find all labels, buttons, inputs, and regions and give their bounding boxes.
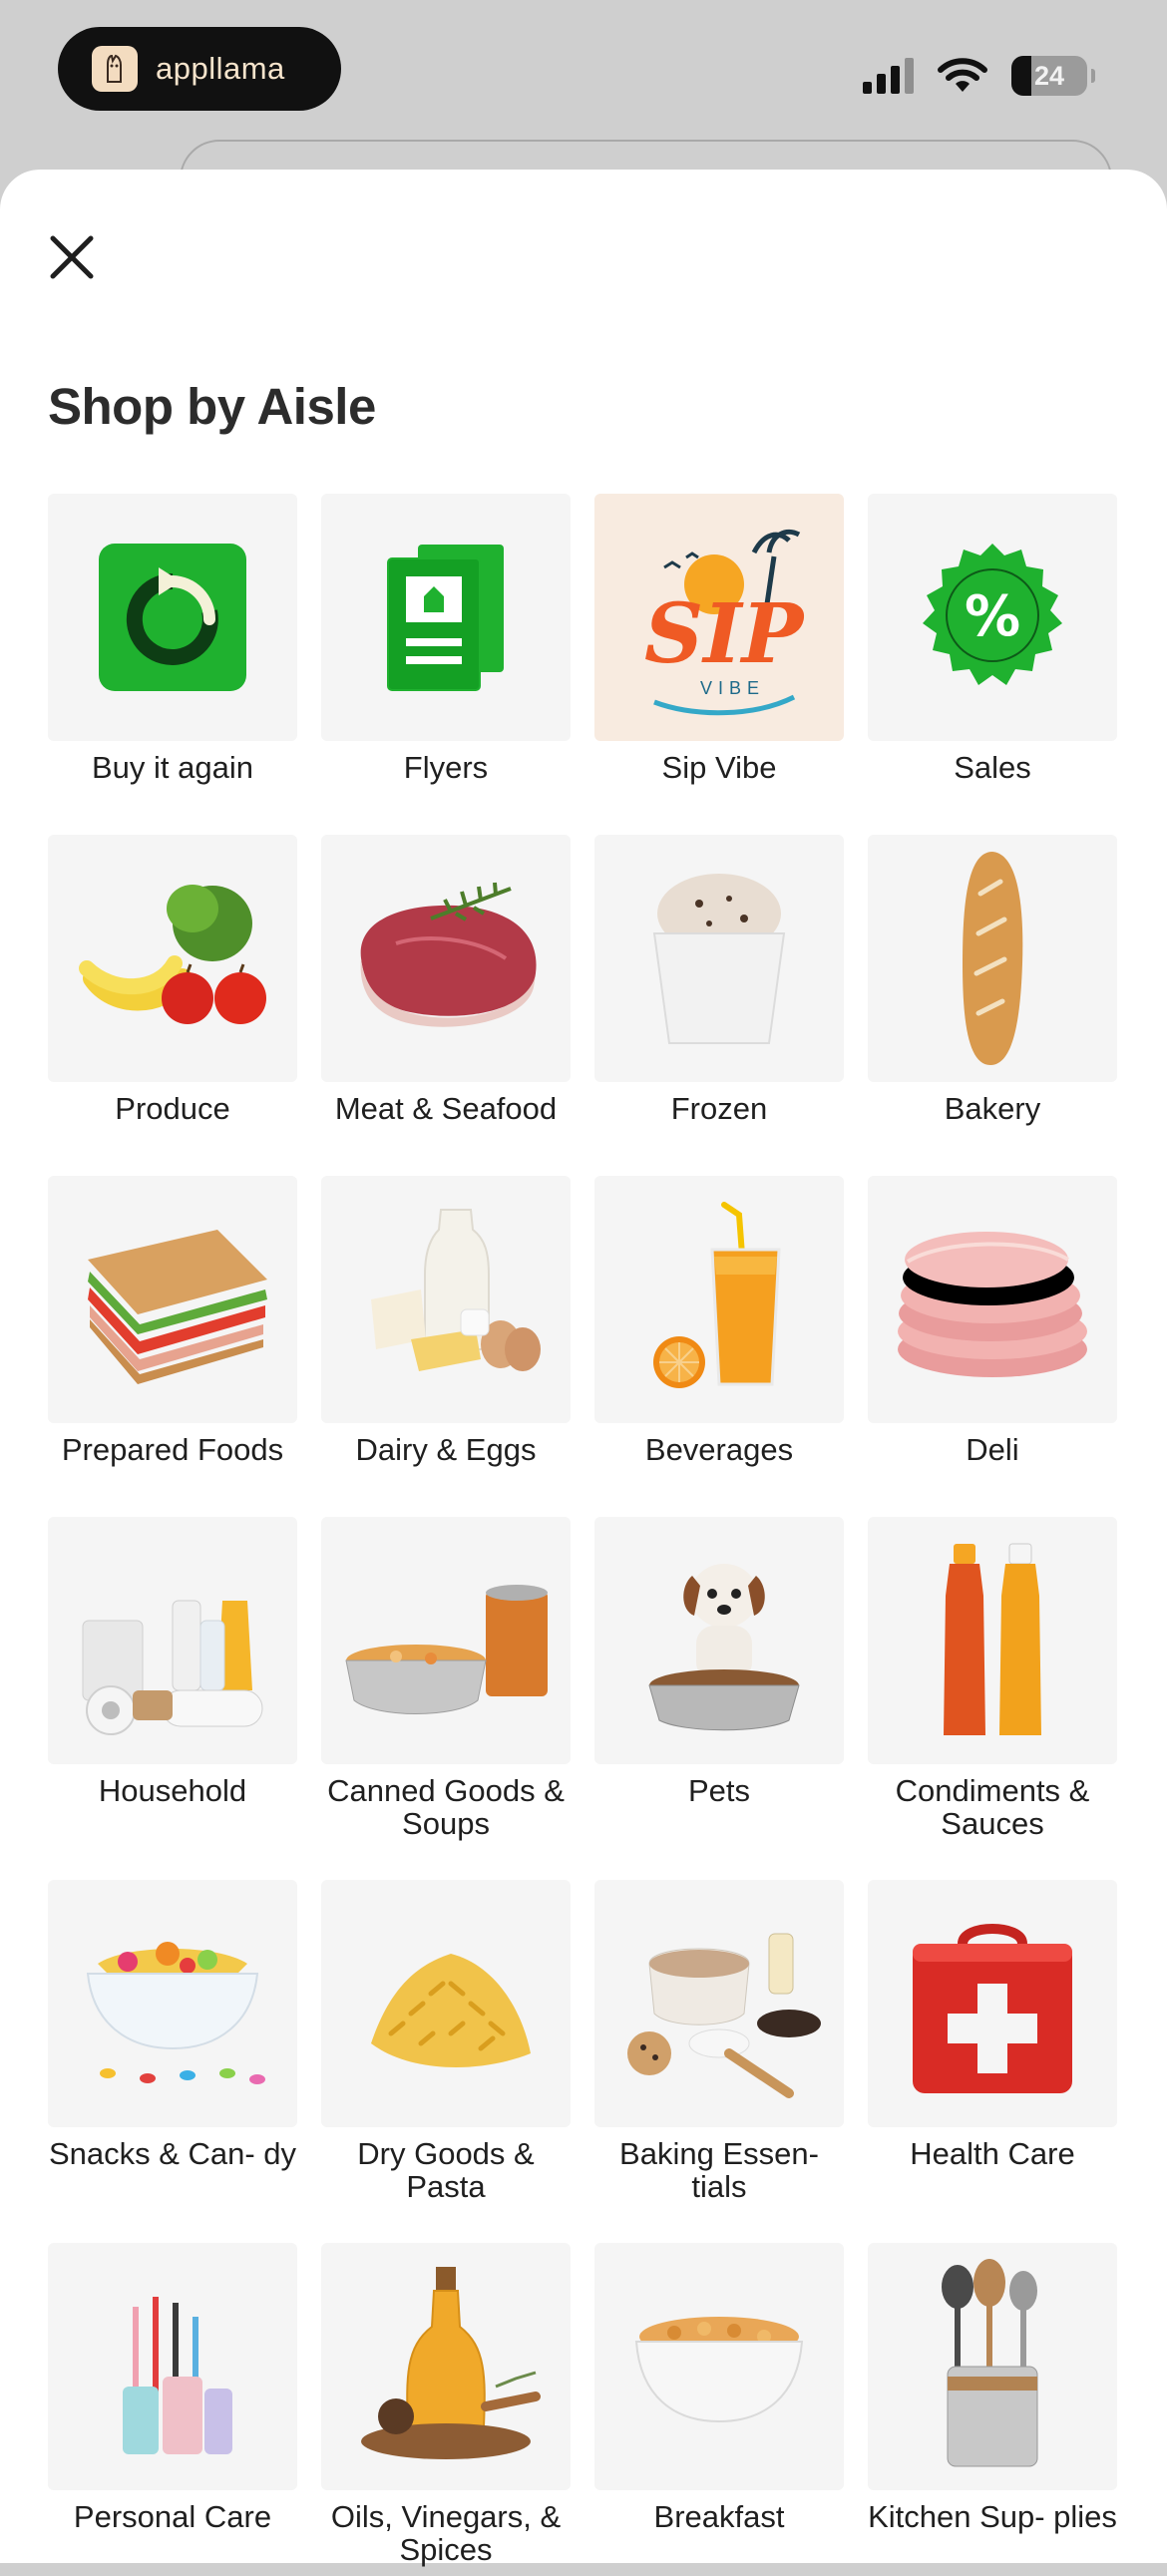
first-aid-kit-image bbox=[868, 1880, 1117, 2127]
aisle-label: Personal Care bbox=[73, 2499, 272, 2534]
aisle-tile-sales[interactable]: % Sales bbox=[868, 494, 1117, 827]
aisle-tile-snacks-candy[interactable]: Snacks & Can- dy bbox=[48, 1880, 297, 2213]
close-button[interactable] bbox=[40, 225, 104, 289]
candy-bowl-image bbox=[48, 1880, 297, 2127]
battery-level: 24 bbox=[1033, 60, 1065, 91]
sandwich-image bbox=[48, 1176, 297, 1423]
sip-vibe-logo: SIP VIBE bbox=[594, 494, 844, 741]
aisle-label: Canned Goods & Soups bbox=[327, 1773, 565, 1841]
juice-image bbox=[594, 1176, 844, 1423]
system-icons: 24 bbox=[863, 52, 1095, 100]
dairy-image bbox=[321, 1176, 571, 1423]
aisle-tile-personal-care[interactable]: Personal Care bbox=[48, 2243, 297, 2576]
aisle-tile-bakery[interactable]: Bakery bbox=[868, 835, 1117, 1168]
aisle-tile-dry-goods-pasta[interactable]: Dry Goods & Pasta bbox=[321, 1880, 571, 2213]
aisle-label: Deli bbox=[966, 1432, 1019, 1467]
aisle-tile-sip-vibe[interactable]: SIP VIBE Sip Vibe bbox=[594, 494, 844, 827]
toothbrush-image bbox=[48, 2243, 297, 2490]
llama-logo-icon bbox=[92, 46, 138, 92]
aisle-label: Prepared Foods bbox=[61, 1432, 284, 1467]
aisle-label: Meat & Seafood bbox=[334, 1091, 558, 1126]
buy-again-icon bbox=[48, 494, 297, 741]
sales-badge-icon: % bbox=[868, 494, 1117, 741]
svg-text:VIBE: VIBE bbox=[700, 678, 765, 698]
wifi-icon bbox=[938, 58, 987, 92]
baking-image bbox=[594, 1880, 844, 2127]
status-bar: appllama 24 bbox=[0, 0, 1167, 219]
aisle-label: Household bbox=[98, 1773, 247, 1808]
aisle-label: Frozen bbox=[670, 1091, 768, 1126]
aisle-label: Breakfast bbox=[653, 2499, 785, 2534]
aisle-tile-beverages[interactable]: Beverages bbox=[594, 1176, 844, 1509]
app-pill[interactable]: appllama bbox=[58, 27, 341, 111]
ham-slices-image bbox=[868, 1176, 1117, 1423]
aisle-label: Flyers bbox=[403, 750, 489, 785]
aisle-tile-canned-goods[interactable]: Canned Goods & Soups bbox=[321, 1517, 571, 1850]
produce-image bbox=[48, 835, 297, 1082]
pasta-image bbox=[321, 1880, 571, 2127]
canned-goods-image bbox=[321, 1517, 571, 1764]
aisle-tile-health-care[interactable]: Health Care bbox=[868, 1880, 1117, 2213]
app-name: appllama bbox=[156, 51, 285, 86]
svg-text:SIP: SIP bbox=[644, 586, 806, 682]
aisle-tile-breakfast[interactable]: Breakfast bbox=[594, 2243, 844, 2576]
aisle-tile-household[interactable]: Household bbox=[48, 1517, 297, 1850]
aisle-label: Bakery bbox=[944, 1091, 1041, 1126]
battery-icon: 24 bbox=[1011, 56, 1095, 96]
aisle-label: Health Care bbox=[910, 2136, 1075, 2171]
aisle-label: Dry Goods & Pasta bbox=[357, 2136, 535, 2204]
cereal-bowl-image bbox=[594, 2243, 844, 2490]
aisle-tile-meat-seafood[interactable]: Meat & Seafood bbox=[321, 835, 571, 1168]
close-icon bbox=[50, 235, 94, 279]
aisle-tile-baking-essentials[interactable]: Baking Essen- tials bbox=[594, 1880, 844, 2213]
aisle-label: Pets bbox=[687, 1773, 751, 1808]
aisle-tile-frozen[interactable]: Frozen bbox=[594, 835, 844, 1168]
aisle-label: Sales bbox=[954, 750, 1031, 785]
flyers-icon bbox=[321, 494, 571, 741]
aisle-label: Buy it again bbox=[92, 750, 253, 785]
aisle-label: Oils, Vinegars, & Spices bbox=[330, 2499, 562, 2567]
aisle-label: Beverages bbox=[644, 1432, 794, 1467]
aisle-label: Kitchen Sup- plies bbox=[868, 2499, 1117, 2534]
aisle-tile-prepared-foods[interactable]: Prepared Foods bbox=[48, 1176, 297, 1509]
aisle-tile-flyers[interactable]: Flyers bbox=[321, 494, 571, 827]
aisle-tile-oils-vinegars-spices[interactable]: Oils, Vinegars, & Spices bbox=[321, 2243, 571, 2576]
ice-cream-image bbox=[594, 835, 844, 1082]
aisle-grid: Buy it again Flyers SIP VIBE Sip Vibe % … bbox=[48, 494, 1119, 2576]
aisle-label: Baking Essen- tials bbox=[619, 2136, 819, 2204]
aisle-tile-produce[interactable]: Produce bbox=[48, 835, 297, 1168]
page-title: Shop by Aisle bbox=[48, 378, 376, 435]
aisle-tile-deli[interactable]: Deli bbox=[868, 1176, 1117, 1509]
aisle-tile-kitchen-supplies[interactable]: Kitchen Sup- plies bbox=[868, 2243, 1117, 2576]
aisle-tile-pets[interactable]: Pets bbox=[594, 1517, 844, 1850]
aisle-tile-condiments-sauces[interactable]: Condiments & Sauces bbox=[868, 1517, 1117, 1850]
oil-bottle-image bbox=[321, 2243, 571, 2490]
cellular-signal-icon bbox=[863, 58, 914, 94]
household-image bbox=[48, 1517, 297, 1764]
aisle-sheet: Shop by Aisle Buy it again Flyers SIP VI… bbox=[0, 170, 1167, 2566]
sauce-bottles-image bbox=[868, 1517, 1117, 1764]
meat-image bbox=[321, 835, 571, 1082]
aisle-tile-buy-it-again[interactable]: Buy it again bbox=[48, 494, 297, 827]
aisle-label: Snacks & Can- dy bbox=[48, 2136, 297, 2171]
utensils-image bbox=[868, 2243, 1117, 2490]
aisle-tile-dairy-eggs[interactable]: Dairy & Eggs bbox=[321, 1176, 571, 1509]
aisle-label: Condiments & Sauces bbox=[895, 1773, 1090, 1841]
aisle-label: Dairy & Eggs bbox=[355, 1432, 537, 1467]
puppy-image bbox=[594, 1517, 844, 1764]
aisle-label: Sip Vibe bbox=[661, 750, 777, 785]
baguette-image bbox=[868, 835, 1117, 1082]
aisle-label: Produce bbox=[115, 1091, 230, 1126]
svg-text:%: % bbox=[965, 584, 1020, 649]
